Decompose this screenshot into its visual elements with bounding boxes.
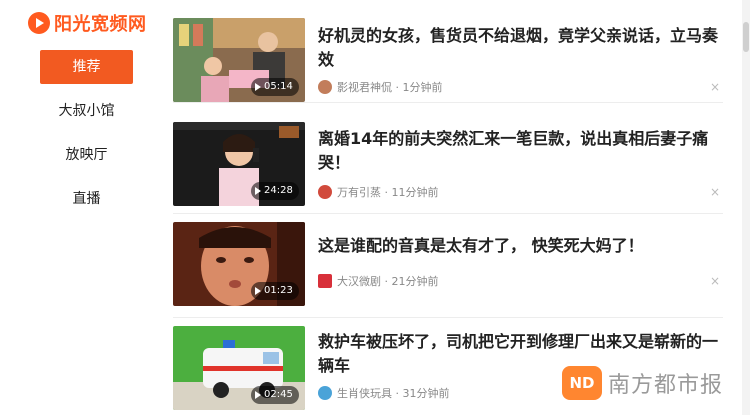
watermark-logo-icon: ND	[562, 366, 602, 400]
video-thumbnail[interactable]: 24:28	[173, 122, 305, 206]
video-duration: 02:45	[251, 386, 299, 404]
video-duration: 01:23	[251, 282, 299, 300]
nav-item-theater[interactable]: 放映厅	[40, 138, 133, 172]
video-title[interactable]: 离婚14年的前夫突然汇来一笔巨款，说出真相后妻子痛哭！	[318, 127, 718, 175]
author-name[interactable]: 生肖侠玩具	[337, 385, 392, 401]
video-thumbnail[interactable]: 05:14	[173, 18, 305, 102]
video-title[interactable]: 好机灵的女孩，售货员不给退烟，竟学父亲说话，立马奏效	[318, 24, 718, 72]
author-avatar[interactable]	[318, 386, 332, 400]
nav-item-uncle-bar[interactable]: 大叔小馆	[40, 94, 133, 128]
video-card[interactable]: 01:23 这是谁配的音真是太有才了， 快笑死大妈了！ 大汉微剧 · 21分钟前…	[173, 214, 723, 318]
video-meta: 影视君神侃 · 1分钟前	[318, 79, 443, 95]
author-avatar[interactable]	[318, 185, 332, 199]
video-title[interactable]: 这是谁配的音真是太有才了， 快笑死大妈了！	[318, 234, 718, 258]
video-thumbnail[interactable]: 01:23	[173, 222, 305, 306]
play-icon	[255, 187, 261, 195]
sidebar-nav: 推荐 大叔小馆 放映厅 直播	[40, 50, 133, 226]
close-icon[interactable]: ×	[710, 274, 720, 288]
video-meta: 万有引蒸 · 11分钟前	[318, 184, 439, 200]
scrollbar[interactable]	[742, 0, 750, 415]
video-duration: 05:14	[251, 78, 299, 96]
watermark-text: 南方都市报	[608, 373, 724, 398]
publish-time: 31分钟前	[402, 387, 450, 400]
close-icon[interactable]: ×	[710, 185, 720, 199]
close-icon[interactable]: ×	[710, 80, 720, 94]
video-card[interactable]: 05:14 好机灵的女孩，售货员不给退烟，竟学父亲说话，立马奏效 影视君神侃 ·…	[173, 0, 723, 103]
logo-text: 阳光宽频网	[54, 14, 147, 35]
play-icon	[255, 83, 261, 91]
author-avatar[interactable]	[318, 80, 332, 94]
author-avatar[interactable]	[318, 274, 332, 288]
publish-time: 11分钟前	[391, 186, 439, 199]
video-card[interactable]: 24:28 离婚14年的前夫突然汇来一笔巨款，说出真相后妻子痛哭！ 万有引蒸 ·…	[173, 103, 723, 214]
video-feed: 05:14 好机灵的女孩，售货员不给退烟，竟学父亲说话，立马奏效 影视君神侃 ·…	[173, 0, 723, 415]
scrollbar-thumb[interactable]	[743, 22, 749, 52]
sidebar: 阳光宽频网 推荐 大叔小馆 放映厅 直播	[0, 0, 165, 415]
author-name[interactable]: 影视君神侃	[337, 79, 392, 95]
publish-time: 21分钟前	[391, 275, 439, 288]
site-logo[interactable]: 阳光宽频网	[28, 10, 147, 36]
video-duration: 24:28	[251, 182, 299, 200]
nav-item-live[interactable]: 直播	[40, 182, 133, 216]
play-icon	[255, 391, 261, 399]
publish-time: 1分钟前	[402, 81, 443, 94]
nav-item-recommend[interactable]: 推荐	[40, 50, 133, 84]
author-name[interactable]: 大汉微剧	[337, 273, 381, 289]
newspaper-watermark: ND 南方都市报	[562, 366, 723, 400]
page: 阳光宽频网 推荐 大叔小馆 放映厅 直播 05:14 好机灵的女孩，售货员不给退…	[0, 0, 750, 415]
play-icon	[255, 287, 261, 295]
video-meta: 生肖侠玩具 · 31分钟前	[318, 385, 450, 401]
video-thumbnail[interactable]: 02:45	[173, 326, 305, 410]
video-meta: 大汉微剧 · 21分钟前	[318, 273, 439, 289]
author-name[interactable]: 万有引蒸	[337, 184, 381, 200]
play-logo-icon	[28, 12, 50, 34]
